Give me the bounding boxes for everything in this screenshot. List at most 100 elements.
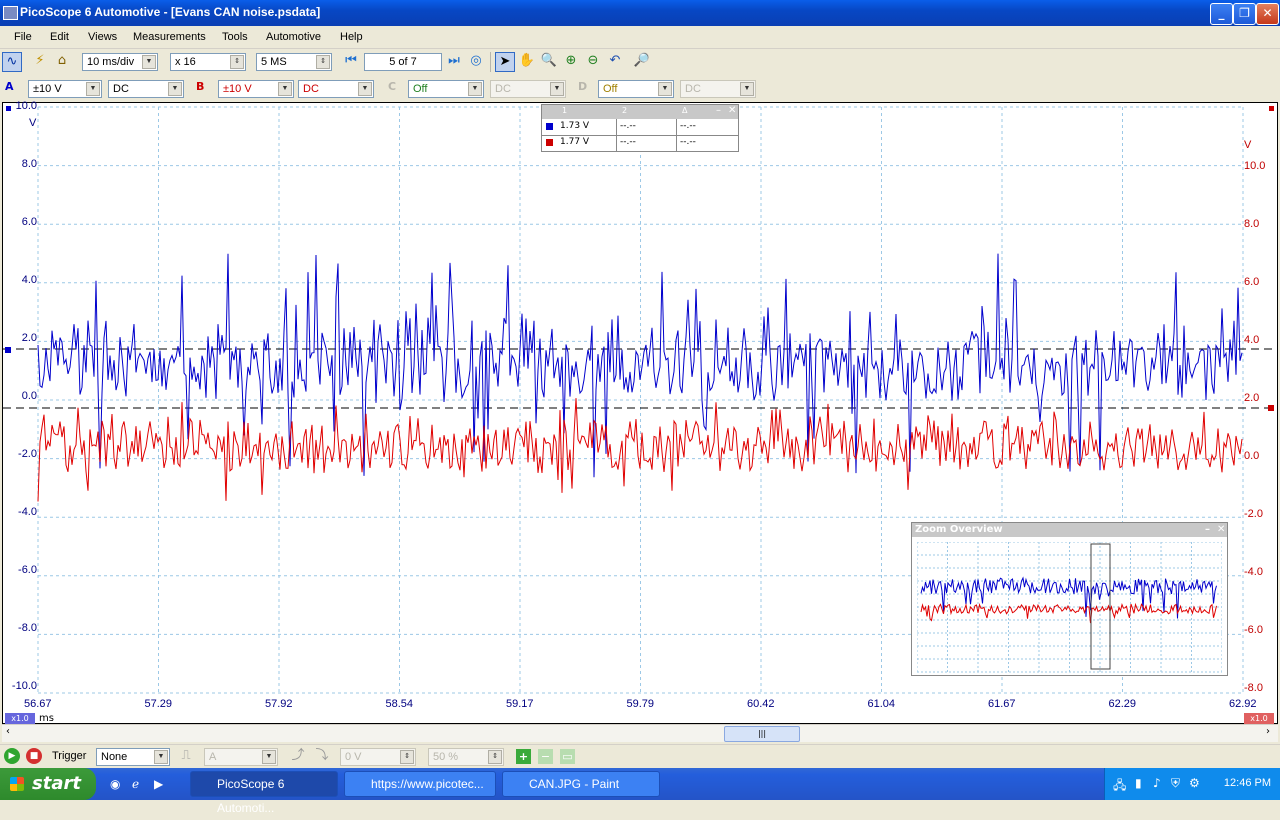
remove-icon: − [538,749,553,764]
minimize-button[interactable]: _ [1210,3,1233,25]
menu-tools[interactable]: Tools [222,31,248,43]
signal-icon[interactable]: ▮ [1135,776,1142,790]
channel-b-range-select[interactable]: ±10 V ▼ [218,80,294,98]
trigger-source: A [209,751,217,763]
channel-c-label[interactable]: C [388,80,396,93]
right-tick-label: -8.0 [1244,682,1263,694]
windows-logo-icon [10,777,24,791]
pre-trigger: 50 % [433,751,459,763]
trigger-mode-select[interactable]: None ▼ [96,748,170,766]
task-paint-label: CAN.JPG - Paint [529,777,620,791]
left-tick-label: -6.0 [18,564,37,576]
ruler-b-value-2: --.-- [620,137,636,147]
channel-b-swatch [546,139,553,146]
next-buffer-icon[interactable]: ⏭ [444,52,464,72]
menu-measurements[interactable]: Measurements [133,31,206,43]
menu-file[interactable]: File [14,31,32,43]
stepper-icon: ⇕ [230,55,244,69]
zoom-stepper[interactable]: x 16 ⇕ [170,53,246,71]
scroll-left-icon[interactable]: ‹ [6,726,10,737]
pointer-tool-icon[interactable]: ➤ [495,52,515,72]
falling-edge-icon: ⤵ [315,748,329,763]
add-icon[interactable]: + [516,749,531,764]
stepper-icon: ⇕ [488,750,502,764]
sound-icon[interactable]: ♪ [1153,776,1161,790]
close-icon[interactable]: ✕ [1217,523,1225,537]
start-label: start [32,773,81,794]
zoom-overview-plot[interactable] [917,542,1222,674]
menu-automotive[interactable]: Automotive [266,31,321,43]
channel-a-label[interactable]: A [5,80,14,93]
media-player-icon[interactable]: ▶ [154,777,163,791]
channel-c-range: Off [413,83,428,95]
channel-d-label[interactable]: D [578,80,587,93]
window-title: PicoScope 6 Automotive - [Evans CAN nois… [20,5,321,19]
right-scale-badge[interactable]: x1.0 [1244,713,1274,724]
task-browser[interactable]: https://www.picotec... [344,771,496,797]
zoom-out-icon[interactable]: ⊖ [583,52,603,72]
zoom-overview-panel[interactable]: Zoom Overview – ✕ [911,522,1228,676]
ruler-header-delta: Δ [682,106,688,115]
stop-capture-icon[interactable]: ■ [26,748,42,764]
menu-views[interactable]: Views [88,31,117,43]
maximize-button[interactable]: ❐ [1233,3,1256,25]
rising-edge-icon: ⤴ [291,748,305,763]
channel-a-range-select[interactable]: ±10 V ▼ [28,80,102,98]
scroll-right-icon[interactable]: › [1266,726,1270,737]
hand-tool-icon[interactable]: ✋ [517,52,537,72]
channel-b-marker [1269,106,1274,111]
scope-mode-icon[interactable]: ∿ [2,52,22,72]
buffer-overview-icon[interactable]: ◎ [466,52,486,72]
horizontal-scrollbar[interactable]: ‹ ||| › [2,724,1278,742]
chevron-down-icon: ▼ [86,82,100,96]
app-icon [3,6,18,20]
minimize-icon[interactable]: – [716,105,721,116]
trigger-source-select: A ▼ [204,748,278,766]
previous-buffer-icon[interactable]: ⏮ [341,52,361,72]
zoom-select-icon[interactable]: 🔍 [539,52,559,72]
time-tick-label: 56.67 [24,698,52,710]
left-tick-label: 2.0 [21,332,37,344]
zoom-overview-header[interactable]: Zoom Overview – ✕ [912,523,1227,537]
channel-b-range: ±10 V [223,83,252,95]
task-picoscope[interactable]: PicoScope 6 Automoti... [190,771,338,815]
scroll-thumb[interactable]: ||| [724,726,800,742]
ruler-a-delta: --.-- [680,121,696,131]
ruler-legend-header[interactable]: 1 2 Δ – ✕ [542,105,738,119]
minimize-icon[interactable]: – [1205,523,1210,537]
channel-b-coupling-select[interactable]: DC ▼ [298,80,374,98]
start-capture-icon[interactable]: ▶ [4,748,20,764]
channel-c-range-select[interactable]: Off ▼ [408,80,484,98]
channel-d-range-select[interactable]: Off ▼ [598,80,674,98]
samples-stepper[interactable]: 5 MS ⇕ [256,53,332,71]
left-tick-label: -4.0 [18,506,37,518]
menu-help[interactable]: Help [340,31,363,43]
zoom-to-fit-icon[interactable]: 🔎 [632,52,652,72]
timebase-select[interactable]: 10 ms/div ▼ [82,53,158,71]
channel-a-coupling: DC [113,83,129,95]
home-icon[interactable]: ⌂ [52,52,72,72]
left-tick-label: 10.0 [15,100,37,112]
chevron-down-icon: ▼ [154,750,168,764]
channel-a-coupling-select[interactable]: DC ▼ [108,80,184,98]
channel-b-label[interactable]: B [196,80,204,93]
undo-zoom-icon[interactable]: ↶ [605,52,625,72]
ie-icon[interactable]: ℯ [132,777,139,791]
start-button[interactable]: start [0,768,96,800]
close-icon[interactable]: ✕ [728,105,736,116]
close-button[interactable]: ✕ [1256,3,1279,25]
task-paint[interactable]: CAN.JPG - Paint [502,771,660,797]
channel-a-range: ±10 V [33,83,62,95]
hardware-icon[interactable]: ⚙ [1189,776,1200,790]
network-icon[interactable]: 🖧 [1113,776,1126,797]
channel-b-ruler-handle [1268,405,1274,411]
zoom-in-icon[interactable]: ⊕ [561,52,581,72]
ruler-legend[interactable]: 1 2 Δ – ✕ 1.73 V --.-- --.-- 1.77 V --.-… [541,104,739,152]
menu-edit[interactable]: Edit [50,31,69,43]
left-scale-badge[interactable]: x1.0 [5,713,35,724]
zoom-value: x 16 [175,56,196,68]
auto-setup-icon[interactable]: ⚡ [30,52,50,72]
security-icon[interactable]: ⛨ [1171,776,1180,791]
buffer-navigator[interactable]: 5 of 7 [364,53,442,71]
chrome-icon[interactable]: ◉ [110,777,120,791]
